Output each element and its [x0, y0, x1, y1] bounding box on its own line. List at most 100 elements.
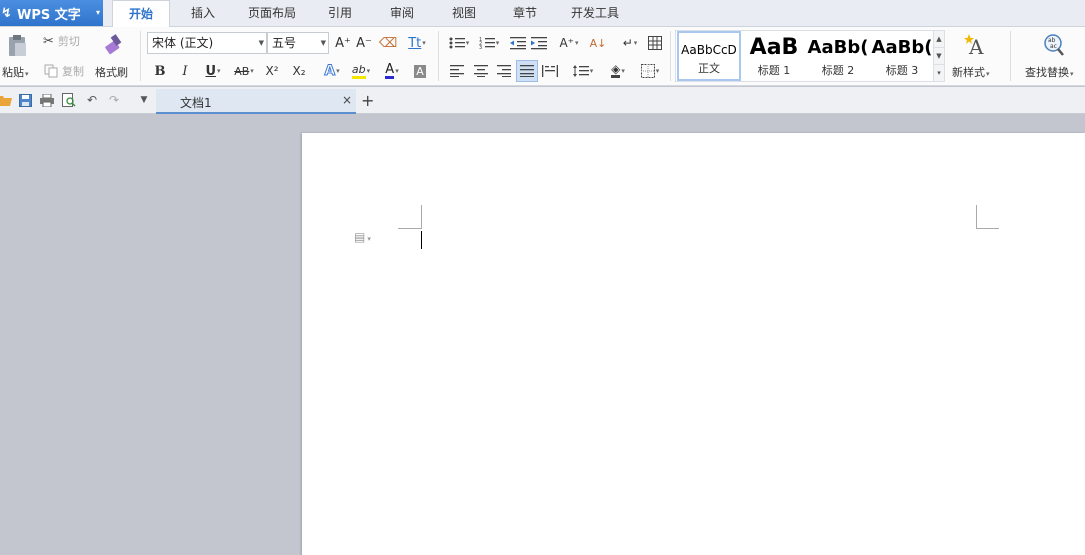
paragraph-handle-icon[interactable]: ▤ ▾: [354, 230, 371, 244]
new-tab-icon[interactable]: +: [361, 91, 374, 110]
sort-button[interactable]: A↓: [589, 34, 607, 52]
divider: [1010, 31, 1011, 81]
chevron-up-icon[interactable]: ▲: [934, 31, 944, 47]
table-button[interactable]: [646, 34, 664, 52]
strikethrough-button[interactable]: AB ▾: [230, 61, 258, 81]
open-folder-icon[interactable]: [0, 92, 13, 108]
borders-button[interactable]: ▾: [636, 62, 664, 80]
new-style-label[interactable]: 新样式▾: [952, 64, 990, 80]
redo-icon[interactable]: ↷: [106, 92, 122, 108]
show-marks-button[interactable]: ↵ ▾: [616, 34, 644, 52]
numbered-list-icon: 123: [479, 37, 495, 50]
grow-font-button[interactable]: A⁺: [334, 34, 352, 52]
style-heading-2[interactable]: AaBb( 标题 2: [806, 31, 870, 81]
decrease-indent-button[interactable]: [509, 34, 527, 52]
document-page[interactable]: ▤ ▾: [302, 133, 1085, 555]
bold-button[interactable]: B: [151, 61, 169, 81]
expand-gallery-icon[interactable]: ▾: [934, 64, 944, 80]
align-left-icon: [450, 65, 464, 77]
save-icon[interactable]: [17, 92, 33, 108]
format-painter-button[interactable]: [100, 32, 126, 58]
align-right-button[interactable]: [495, 62, 513, 80]
outdent-icon: [510, 37, 526, 50]
style-heading-3[interactable]: AaBb( 标题 3: [870, 31, 934, 81]
customize-toolbar-icon[interactable]: ▼: [136, 92, 152, 108]
new-style-button[interactable]: A: [962, 31, 990, 59]
svg-text:ac: ac: [1050, 43, 1057, 50]
magnifier-icon: ab ac: [1044, 34, 1064, 56]
paintbrush-icon: [105, 34, 122, 55]
italic-button[interactable]: I: [176, 61, 194, 81]
superscript-button[interactable]: X²: [262, 61, 282, 81]
text-effect-button[interactable]: A ▾: [318, 61, 346, 81]
underline-button[interactable]: U ▾: [199, 61, 227, 81]
char-shading-button[interactable]: A: [411, 61, 429, 81]
increase-indent-button[interactable]: [530, 34, 548, 52]
copy-button[interactable]: 复制: [44, 62, 84, 80]
chevron-down-icon[interactable]: ▼: [934, 47, 944, 64]
tab-chapter[interactable]: 章节: [503, 0, 547, 27]
svg-text:3: 3: [479, 45, 482, 50]
phonetic-guide-button[interactable]: Tt ▾: [402, 34, 432, 52]
paste-button[interactable]: [4, 33, 30, 57]
divider: [140, 31, 141, 81]
margin-corner-right: [976, 228, 999, 229]
subscript-button[interactable]: X₂: [289, 61, 309, 81]
format-painter-label[interactable]: 格式刷: [95, 64, 128, 80]
style-heading-1[interactable]: AaB 标题 1: [742, 31, 806, 81]
copy-icon: [44, 64, 58, 78]
text-direction-button[interactable]: A⁺ ▾: [555, 34, 583, 52]
font-color-button[interactable]: A ▾: [378, 61, 406, 81]
bullet-list-button[interactable]: ▾: [445, 34, 473, 52]
tab-review[interactable]: 审阅: [380, 0, 424, 27]
menu-bar: ↯ WPS 文字 ▾ 开始 插入 页面布局 引用 审阅 视图 章节 开发工具: [0, 0, 1085, 28]
document-tab[interactable]: 文档1 ×: [156, 89, 356, 114]
numbered-list-button[interactable]: 1 2 3 ▾: [475, 34, 503, 52]
paste-label[interactable]: 粘贴▾: [2, 64, 29, 80]
close-icon[interactable]: ×: [342, 93, 352, 107]
align-left-button[interactable]: [448, 62, 466, 80]
paint-bucket-icon: ◈: [611, 62, 621, 78]
tab-insert[interactable]: 插入: [180, 0, 226, 27]
tab-developer[interactable]: 开发工具: [562, 0, 628, 27]
justify-icon: [520, 65, 534, 77]
align-center-button[interactable]: [472, 62, 490, 80]
styles-scroll[interactable]: ▲ ▼ ▾: [933, 31, 944, 81]
highlight-button[interactable]: ab ▾: [347, 61, 375, 81]
indent-icon: [531, 37, 547, 50]
style-normal[interactable]: AaBbCcD 正文: [677, 31, 741, 81]
shading-button[interactable]: ◈ ▾: [604, 62, 632, 80]
line-spacing-button[interactable]: ▾: [569, 62, 597, 80]
bullet-list-icon: [449, 37, 465, 49]
justify-button[interactable]: [516, 60, 538, 82]
tab-page-layout[interactable]: 页面布局: [240, 0, 304, 27]
text-effect-icon: A: [324, 63, 336, 80]
app-menu-button[interactable]: ↯ WPS 文字 ▾: [0, 0, 103, 26]
divider: [438, 31, 439, 81]
table-icon: [648, 36, 662, 50]
divider: [670, 31, 671, 81]
font-name-select[interactable]: 宋体 (正文) ▼: [147, 32, 267, 54]
print-icon[interactable]: [39, 92, 55, 108]
phonetic-icon: Tt: [408, 35, 422, 51]
font-color-icon: A: [385, 62, 395, 79]
new-style-icon: A: [964, 34, 984, 58]
print-preview-icon[interactable]: [61, 92, 77, 108]
margin-corner-left-vert: [421, 205, 422, 229]
find-replace-button[interactable]: ab ac: [1040, 31, 1068, 59]
undo-icon[interactable]: ↶: [84, 92, 100, 108]
margin-corner-left: [398, 228, 421, 229]
clear-format-button[interactable]: ⌫: [379, 34, 397, 52]
tab-references[interactable]: 引用: [318, 0, 362, 27]
distribute-button[interactable]: [541, 62, 559, 80]
paragraph-mark-icon: ↵: [622, 36, 633, 50]
cut-button[interactable]: ✂ 剪切: [43, 32, 80, 50]
text-caret: [421, 231, 422, 249]
shrink-font-button[interactable]: A⁻: [355, 34, 373, 52]
font-size-select[interactable]: 五号 ▼: [267, 32, 329, 54]
tab-home[interactable]: 开始: [112, 0, 170, 28]
tab-view[interactable]: 视图: [442, 0, 486, 27]
find-replace-label[interactable]: 查找替换▾: [1025, 64, 1074, 80]
styles-gallery: AaBbCcD 正文 AaB 标题 1 AaBb( 标题 2 AaBb( 标题 …: [675, 30, 945, 82]
chevron-down-icon: ▾: [95, 8, 100, 17]
